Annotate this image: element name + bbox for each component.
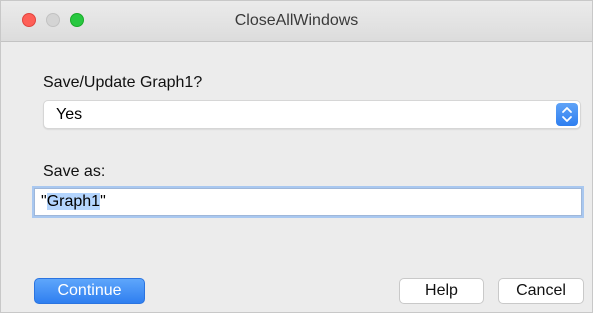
prompt-label: Save/Update Graph1? xyxy=(43,74,203,91)
save-as-label: Save as: xyxy=(43,163,106,180)
close-quote: " xyxy=(100,193,106,210)
dialog-window: CloseAllWindows Save/Update Graph1? Yes … xyxy=(0,0,593,313)
chevron-up-down-icon[interactable] xyxy=(556,103,578,126)
selected-text: Graph1 xyxy=(46,193,101,210)
cancel-button[interactable]: Cancel xyxy=(498,278,584,304)
open-quote: " xyxy=(41,193,47,210)
continue-button[interactable]: Continue xyxy=(34,278,145,304)
save-update-select[interactable]: Yes xyxy=(43,100,581,129)
save-as-field[interactable]: "Graph1" xyxy=(34,188,582,216)
help-button[interactable]: Help xyxy=(399,278,484,304)
title-bar: CloseAllWindows xyxy=(1,1,592,42)
select-value: Yes xyxy=(56,106,83,123)
window-title: CloseAllWindows xyxy=(234,12,359,29)
save-as-value: "Graph1" xyxy=(41,193,106,211)
